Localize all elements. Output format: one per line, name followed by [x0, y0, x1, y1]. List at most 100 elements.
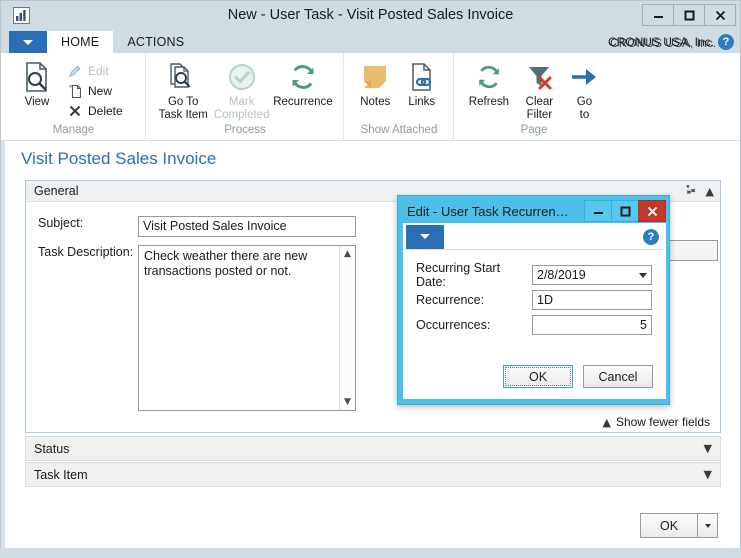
dialog-ok-button[interactable]: OK — [503, 365, 573, 388]
chevron-down-icon[interactable]: ▼ — [704, 469, 712, 480]
window-title: New - User Task - Visit Posted Sales Inv… — [227, 7, 514, 23]
subject-input[interactable]: Visit Posted Sales Invoice — [138, 216, 356, 237]
dialog-title: Edit - User Task Recurren… — [407, 203, 569, 219]
chevron-down-icon[interactable] — [639, 272, 647, 278]
application-menu-button[interactable] — [9, 31, 47, 53]
ribbon-button-view[interactable]: View — [9, 57, 65, 109]
task-description-value: Check weather there are new transactions… — [144, 249, 308, 278]
maximize-icon[interactable] — [673, 4, 705, 26]
fasttab-general-header-icons: ▲ — [684, 181, 714, 202]
ribbon-button-recurrence-label: Recurrence — [273, 96, 333, 108]
minimize-icon[interactable] — [642, 4, 674, 26]
dialog-cancel-button[interactable]: Cancel — [583, 365, 653, 388]
field-row-subject: Subject: Visit Posted Sales Invoice — [38, 216, 356, 237]
recurrence-label: Recurrence: — [416, 292, 485, 307]
ribbon-button-view-label: View — [24, 96, 50, 108]
chevron-up-icon: ▲ — [602, 415, 611, 429]
caret-down-icon — [23, 39, 33, 45]
ribbon-button-mark-completed[interactable]: Mark Completed — [212, 57, 270, 121]
user-task-recurrence-dialog: Edit - User Task Recurren… ? Recurring S… — [397, 195, 670, 405]
ribbon-button-new-label: New — [88, 84, 113, 98]
dialog-minimize-icon[interactable] — [584, 200, 612, 222]
check-circle-icon — [227, 60, 257, 94]
go-to-task-item-icon — [167, 60, 199, 94]
recurrence-refresh-icon — [288, 60, 318, 94]
company-name-ghost: CRONUS USA, Inc. — [609, 36, 716, 50]
company-name: CRONUS USA, Inc. CRONUS USA, Inc. — [608, 35, 716, 50]
close-icon[interactable] — [704, 4, 736, 26]
links-chain-icon — [408, 60, 436, 94]
x-delete-icon — [65, 102, 85, 120]
ribbon-button-links-label: Links — [408, 96, 436, 108]
ribbon-button-recurrence[interactable]: Recurrence — [271, 57, 335, 109]
page-ok-split-button: OK — [640, 513, 718, 538]
ribbon-button-go-to-task-item[interactable]: Go To Task Item — [154, 57, 212, 121]
ribbon-button-clear-filter-label: Clear Filter — [525, 96, 554, 121]
task-description-label: Task Description: — [38, 245, 134, 259]
notes-sticky-icon — [361, 60, 389, 94]
dialog-row-recurrence: Recurrence: 1D — [404, 287, 665, 312]
dialog-row-recurring-start-date: Recurring Start Date: 2/8/2019 — [404, 261, 665, 289]
dialog-fields: Recurring Start Date: 2/8/2019 Recurrenc… — [404, 250, 665, 337]
ribbon-group-process: Go To Task Item Mark Completed Recurrenc… — [146, 53, 344, 141]
page-ok-dropdown-button[interactable] — [698, 513, 718, 538]
main-window: New - User Task - Visit Posted Sales Inv… — [0, 0, 741, 548]
subject-label: Subject: — [38, 216, 84, 230]
fasttab-general-collapse-chevron-up-icon[interactable]: ▲ — [706, 186, 714, 197]
ribbon-group-manage: View Edit New Delete Manage — [1, 53, 146, 141]
ribbon-button-clear-filter[interactable]: Clear Filter — [516, 57, 563, 121]
ribbon-button-notes[interactable]: Notes — [352, 57, 399, 109]
ribbon-button-mark-completed-label: Mark Completed — [213, 96, 270, 121]
ribbon: View Edit New Delete Manage Go To Task I… — [1, 53, 740, 141]
application-window: New - User Task - Visit Posted Sales Inv… — [0, 0, 741, 558]
dialog-buttons: OK Cancel — [404, 365, 667, 388]
fasttab-task-item[interactable]: Task Item ▼ — [25, 462, 721, 487]
sparkle-settings-icon[interactable] — [684, 184, 698, 200]
dialog-maximize-icon[interactable] — [611, 200, 639, 222]
show-fewer-fields-link[interactable]: ▲ Show fewer fields — [602, 415, 710, 429]
page-title: Visit Posted Sales Invoice — [21, 149, 217, 168]
help-icon[interactable]: ? — [718, 34, 734, 50]
occurrences-input[interactable]: 5 — [532, 314, 652, 335]
task-description-scrollbar[interactable]: ▲ ▼ — [339, 246, 355, 410]
tab-actions[interactable]: ACTIONS — [113, 31, 198, 53]
pencil-icon — [65, 62, 85, 80]
task-description-textarea[interactable]: Check weather there are new transactions… — [138, 245, 356, 411]
ribbon-button-delete[interactable]: Delete — [65, 101, 127, 121]
page-ok-button[interactable]: OK — [640, 513, 698, 538]
dialog-title-bar: Edit - User Task Recurren… — [403, 199, 666, 223]
recurrence-input[interactable]: 1D — [532, 289, 652, 310]
caret-down-icon — [420, 234, 430, 239]
chevron-up-icon[interactable]: ▲ — [340, 246, 356, 262]
recurring-start-date-value: 2/8/2019 — [537, 267, 586, 282]
chevron-down-icon[interactable]: ▼ — [704, 443, 712, 454]
ribbon-button-new[interactable]: New — [65, 81, 127, 101]
tab-home[interactable]: HOME — [47, 31, 114, 53]
ribbon-button-refresh[interactable]: Refresh — [462, 57, 516, 109]
dialog-help-icon[interactable]: ? — [643, 229, 659, 245]
ribbon-group-manage-label: Manage — [52, 124, 95, 136]
ribbon-button-delete-label: Delete — [88, 104, 123, 118]
fasttab-status[interactable]: Status ▼ — [25, 436, 721, 461]
ribbon-manage-small-buttons: Edit New Delete — [65, 57, 127, 121]
dialog-body: ? Recurring Start Date: 2/8/2019 Recurre… — [403, 223, 666, 399]
dialog-menu-button[interactable] — [406, 224, 444, 249]
ribbon-button-links[interactable]: Links — [399, 57, 446, 109]
chevron-down-icon[interactable]: ▼ — [340, 394, 356, 410]
ribbon-group-page-label: Page — [520, 124, 548, 136]
ribbon-group-show-attached: Notes Links Show Attached — [344, 53, 454, 141]
ribbon-button-edit[interactable]: Edit — [65, 61, 127, 81]
recurring-start-date-input[interactable]: 2/8/2019 — [532, 264, 652, 285]
fasttab-status-label: Status — [34, 441, 70, 456]
clear-filter-icon — [525, 60, 553, 94]
title-bar: New - User Task - Visit Posted Sales Inv… — [1, 1, 740, 29]
ribbon-button-go-to[interactable]: Go to — [563, 57, 606, 121]
dialog-close-icon[interactable] — [638, 200, 666, 222]
go-to-arrow-icon — [570, 60, 598, 94]
show-fewer-fields-label: Show fewer fields — [615, 415, 710, 429]
fasttab-task-item-label: Task Item — [34, 467, 88, 482]
dialog-row-occurrences: Occurrences: 5 — [404, 312, 665, 337]
ribbon-right-area: CRONUS USA, Inc. CRONUS USA, Inc. ? — [608, 31, 734, 53]
ribbon-button-refresh-label: Refresh — [468, 96, 510, 108]
ribbon-button-go-to-task-item-label: Go To Task Item — [158, 96, 208, 121]
